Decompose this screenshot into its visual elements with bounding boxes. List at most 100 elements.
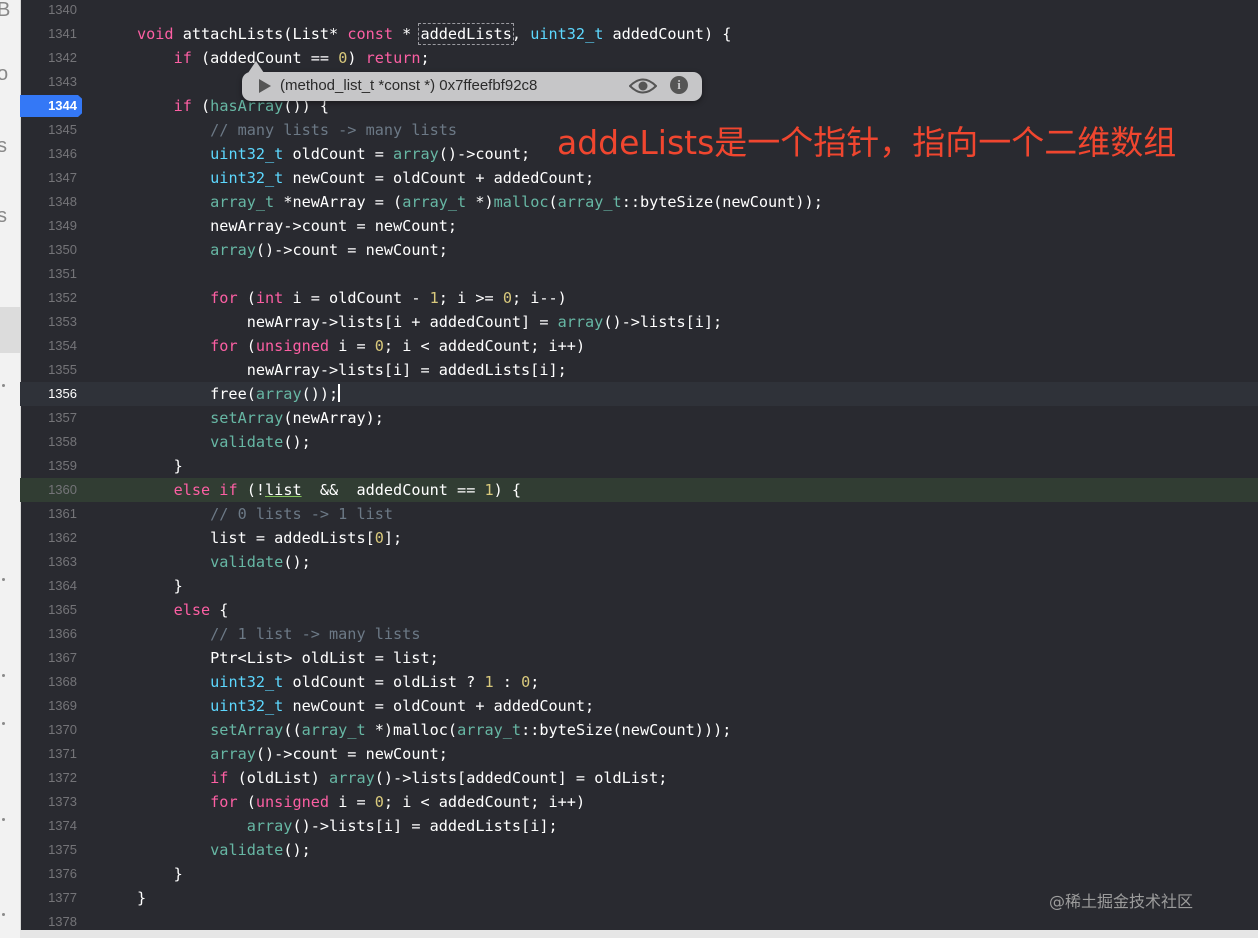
code-text[interactable]: uint32_t newCount = oldCount + addedCoun… bbox=[137, 694, 594, 718]
line-number[interactable]: 1343 bbox=[20, 70, 77, 94]
code-text[interactable]: // 1 list -> many lists bbox=[137, 622, 420, 646]
code-text[interactable]: setArray(newArray); bbox=[137, 406, 384, 430]
code-line[interactable]: 1366 // 1 list -> many lists bbox=[20, 622, 1258, 646]
line-number[interactable]: 1369 bbox=[20, 694, 77, 718]
code-line[interactable]: 1360 else if (!list && addedCount == 1) … bbox=[20, 478, 1258, 502]
play-icon[interactable] bbox=[259, 79, 271, 93]
code-line[interactable]: 1373 for (unsigned i = 0; i < addedCount… bbox=[20, 790, 1258, 814]
line-number[interactable]: 1345 bbox=[20, 118, 77, 142]
code-text[interactable]: newArray->lists[i] = addedLists[i]; bbox=[137, 358, 567, 382]
code-text[interactable]: newArray->count = newCount; bbox=[137, 214, 457, 238]
line-number[interactable]: 1366 bbox=[20, 622, 77, 646]
line-number[interactable]: 1350 bbox=[20, 238, 77, 262]
line-number[interactable]: 1368 bbox=[20, 670, 77, 694]
code-line[interactable]: 1376 } bbox=[20, 862, 1258, 886]
code-text[interactable]: } bbox=[137, 862, 183, 886]
line-number[interactable]: 1355 bbox=[20, 358, 77, 382]
code-text[interactable]: setArray((array_t *)malloc(array_t::byte… bbox=[137, 718, 731, 742]
code-text[interactable]: if (addedCount == 0) return; bbox=[137, 46, 430, 70]
code-line[interactable]: 1361 // 0 lists -> 1 list bbox=[20, 502, 1258, 526]
code-text[interactable]: } bbox=[137, 454, 183, 478]
code-line[interactable]: 1371 array()->count = newCount; bbox=[20, 742, 1258, 766]
line-number[interactable]: 1365 bbox=[20, 598, 77, 622]
code-line[interactable]: 1354 for (unsigned i = 0; i < addedCount… bbox=[20, 334, 1258, 358]
code-line[interactable]: 1350 array()->count = newCount; bbox=[20, 238, 1258, 262]
line-number[interactable]: 1344 bbox=[20, 94, 77, 118]
line-number[interactable]: 1370 bbox=[20, 718, 77, 742]
code-line[interactable]: 1349 newArray->count = newCount; bbox=[20, 214, 1258, 238]
code-line[interactable]: 1347 uint32_t newCount = oldCount + adde… bbox=[20, 166, 1258, 190]
code-line[interactable]: 1356 free(array()); bbox=[20, 382, 1258, 406]
code-line[interactable]: 1353 newArray->lists[i + addedCount] = a… bbox=[20, 310, 1258, 334]
line-number[interactable]: 1351 bbox=[20, 262, 77, 286]
code-line[interactable]: 1372 if (oldList) array()->lists[addedCo… bbox=[20, 766, 1258, 790]
code-line[interactable]: 1355 newArray->lists[i] = addedLists[i]; bbox=[20, 358, 1258, 382]
code-line[interactable]: 1357 setArray(newArray); bbox=[20, 406, 1258, 430]
line-number[interactable]: 1358 bbox=[20, 430, 77, 454]
code-text[interactable]: uint32_t oldCount = oldList ? 1 : 0; bbox=[137, 670, 539, 694]
line-number[interactable]: 1373 bbox=[20, 790, 77, 814]
code-line[interactable]: 1352 for (int i = oldCount - 1; i >= 0; … bbox=[20, 286, 1258, 310]
horizontal-scrollbar[interactable] bbox=[20, 930, 1258, 938]
line-number[interactable]: 1374 bbox=[20, 814, 77, 838]
code-line[interactable]: 1375 validate(); bbox=[20, 838, 1258, 862]
eye-icon[interactable] bbox=[629, 77, 657, 95]
code-text[interactable]: } bbox=[137, 886, 146, 910]
code-line[interactable]: 1365 else { bbox=[20, 598, 1258, 622]
code-line[interactable]: 1363 validate(); bbox=[20, 550, 1258, 574]
code-text[interactable]: else if (!list && addedCount == 1) { bbox=[137, 478, 522, 502]
code-text[interactable]: list = addedLists[0]; bbox=[137, 526, 402, 550]
line-number[interactable]: 1340 bbox=[20, 0, 77, 22]
code-text[interactable]: else { bbox=[137, 598, 229, 622]
code-text[interactable]: uint32_t newCount = oldCount + addedCoun… bbox=[137, 166, 594, 190]
code-text[interactable]: array()->lists[i] = addedLists[i]; bbox=[137, 814, 558, 838]
debug-value-popover[interactable]: (method_list_t *const *) 0x7ffeefbf92c8 … bbox=[242, 61, 702, 101]
line-number[interactable]: 1356 bbox=[20, 382, 77, 406]
code-text[interactable]: uint32_t oldCount = array()->count; bbox=[137, 142, 530, 166]
hovered-variable[interactable]: addedLists bbox=[418, 23, 514, 45]
code-text[interactable]: if (oldList) array()->lists[addedCount] … bbox=[137, 766, 667, 790]
code-line[interactable]: 1348 array_t *newArray = (array_t *)mall… bbox=[20, 190, 1258, 214]
line-number[interactable]: 1360 bbox=[20, 478, 77, 502]
code-text[interactable]: array_t *newArray = (array_t *)malloc(ar… bbox=[137, 190, 823, 214]
line-number[interactable]: 1357 bbox=[20, 406, 77, 430]
code-text[interactable]: newArray->lists[i + addedCount] = array(… bbox=[137, 310, 722, 334]
code-text[interactable]: validate(); bbox=[137, 550, 311, 574]
code-text[interactable]: for (int i = oldCount - 1; i >= 0; i--) bbox=[137, 286, 567, 310]
code-line[interactable]: 1374 array()->lists[i] = addedLists[i]; bbox=[20, 814, 1258, 838]
line-number[interactable]: 1341 bbox=[20, 22, 77, 46]
line-number[interactable]: 1364 bbox=[20, 574, 77, 598]
code-line[interactable]: 1342 if (addedCount == 0) return; bbox=[20, 46, 1258, 70]
code-text[interactable]: array()->count = newCount; bbox=[137, 742, 448, 766]
code-line[interactable]: 1359 } bbox=[20, 454, 1258, 478]
code-line[interactable]: 1364 } bbox=[20, 574, 1258, 598]
line-number[interactable]: 1375 bbox=[20, 838, 77, 862]
code-text[interactable]: array()->count = newCount; bbox=[137, 238, 448, 262]
line-number[interactable]: 1346 bbox=[20, 142, 77, 166]
line-number[interactable]: 1361 bbox=[20, 502, 77, 526]
code-line[interactable]: 1351 bbox=[20, 262, 1258, 286]
code-text[interactable]: validate(); bbox=[137, 838, 311, 862]
code-text[interactable]: } bbox=[137, 574, 183, 598]
code-text[interactable]: // many lists -> many lists bbox=[137, 118, 457, 142]
line-number[interactable]: 1371 bbox=[20, 742, 77, 766]
code-line[interactable]: 1368 uint32_t oldCount = oldList ? 1 : 0… bbox=[20, 670, 1258, 694]
line-number[interactable]: 1367 bbox=[20, 646, 77, 670]
info-icon[interactable]: i bbox=[670, 76, 688, 94]
code-line[interactable]: 1362 list = addedLists[0]; bbox=[20, 526, 1258, 550]
code-text[interactable]: validate(); bbox=[137, 430, 311, 454]
code-text[interactable]: // 0 lists -> 1 list bbox=[137, 502, 393, 526]
line-number[interactable]: 1377 bbox=[20, 886, 77, 910]
code-text[interactable]: free(array()); bbox=[137, 382, 341, 406]
line-number[interactable]: 1354 bbox=[20, 334, 77, 358]
code-line[interactable]: 1340 bbox=[20, 0, 1258, 22]
line-number[interactable]: 1349 bbox=[20, 214, 77, 238]
code-line[interactable]: 1367 Ptr<List> oldList = list; bbox=[20, 646, 1258, 670]
code-line[interactable]: 1369 uint32_t newCount = oldCount + adde… bbox=[20, 694, 1258, 718]
line-number[interactable]: 1342 bbox=[20, 46, 77, 70]
code-text[interactable]: void attachLists(List* const * addedList… bbox=[137, 22, 731, 46]
line-number[interactable]: 1347 bbox=[20, 166, 77, 190]
line-number[interactable]: 1348 bbox=[20, 190, 77, 214]
code-line[interactable]: 1358 validate(); bbox=[20, 430, 1258, 454]
line-number[interactable]: 1376 bbox=[20, 862, 77, 886]
